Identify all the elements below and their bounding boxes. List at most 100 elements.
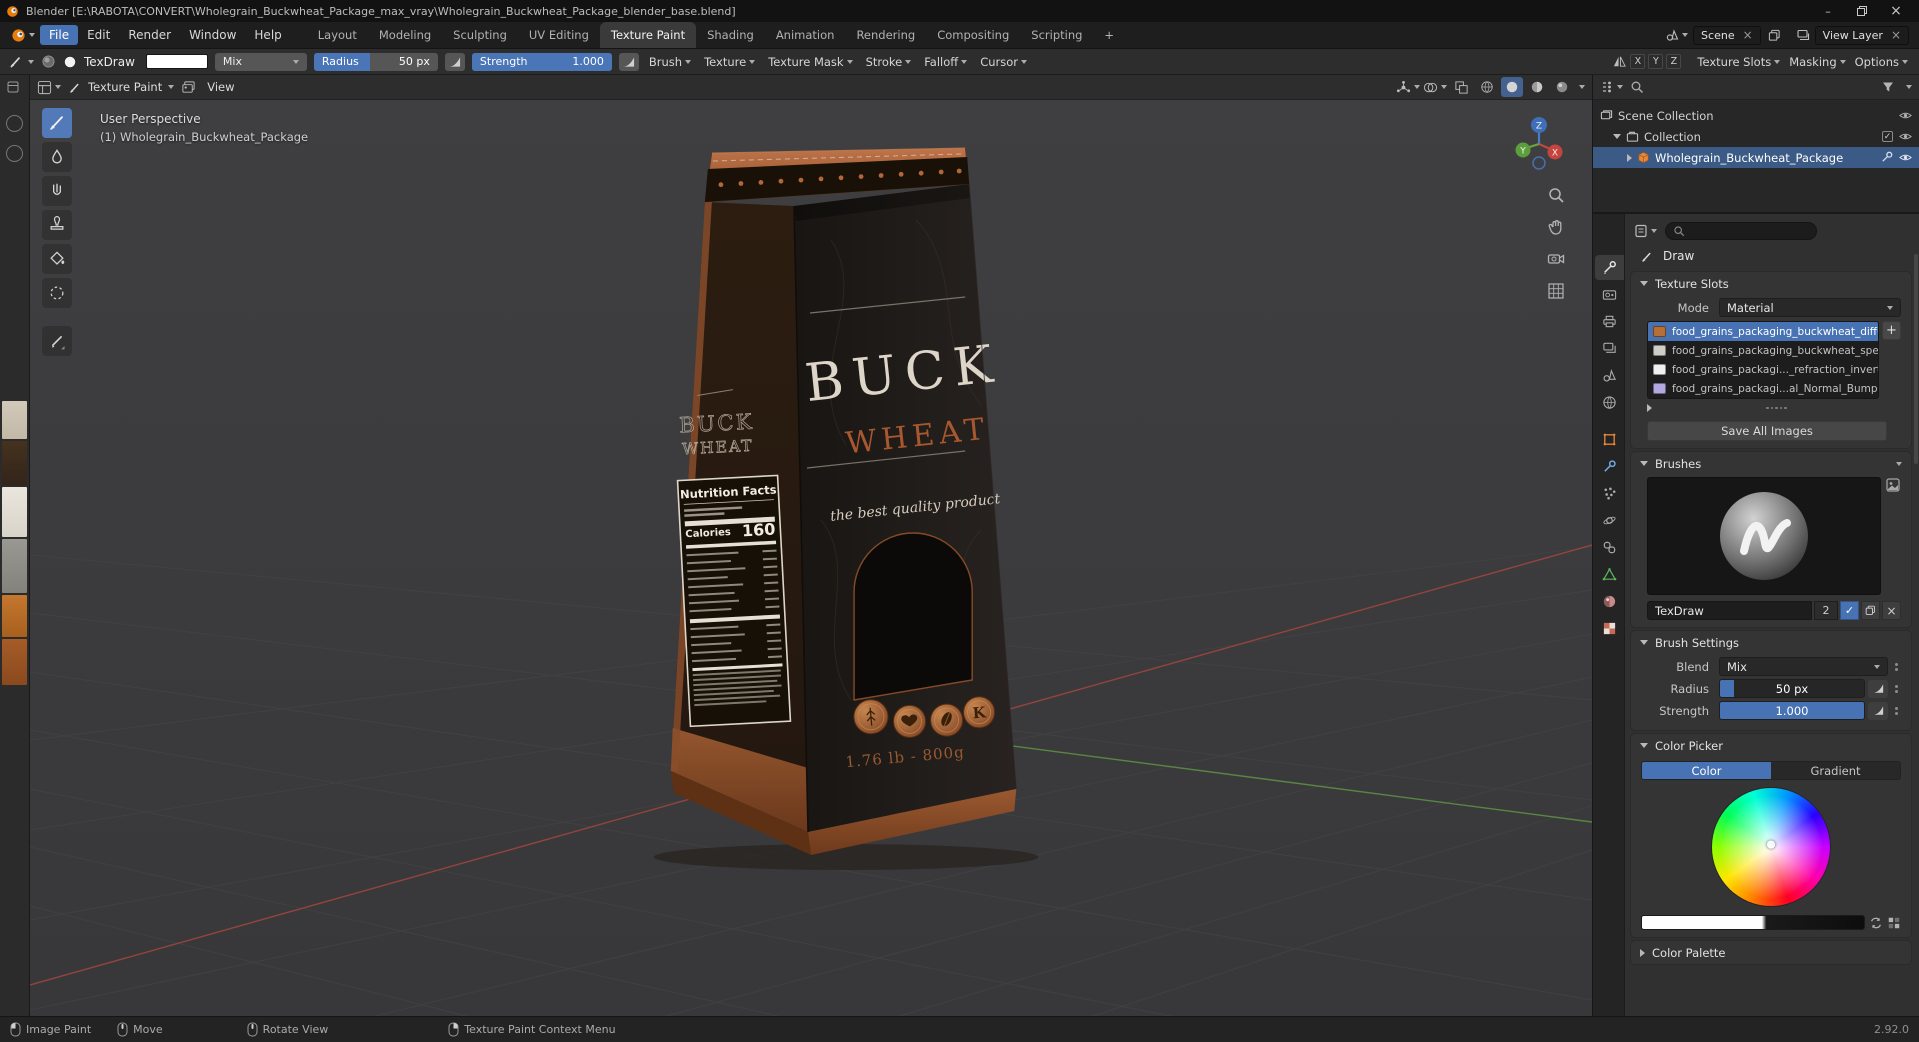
new-scene-button[interactable] bbox=[1766, 29, 1783, 42]
texture-thumbnail[interactable] bbox=[2, 441, 27, 485]
tab-tool[interactable] bbox=[1595, 255, 1624, 280]
texture-thumbnail[interactable] bbox=[2, 487, 27, 537]
blend-mode-dropdown[interactable]: Mix bbox=[214, 52, 307, 71]
popover-cursor[interactable]: Cursor bbox=[977, 55, 1030, 69]
workspace-tab-scripting[interactable]: Scripting bbox=[1020, 22, 1093, 48]
color-tab[interactable]: Color bbox=[1642, 762, 1771, 779]
unlink-view-layer-icon[interactable]: × bbox=[1891, 28, 1901, 42]
radius-pressure-toggle[interactable] bbox=[1868, 679, 1888, 698]
color-options-icon[interactable] bbox=[1887, 916, 1901, 930]
radius-prop-slider[interactable]: 50 px bbox=[1719, 679, 1865, 698]
workspace-tab-texture-paint[interactable]: Texture Paint bbox=[599, 22, 697, 48]
package-model[interactable]: BUCK WHEAT Nutrition Facts Calories 160 bbox=[30, 100, 1592, 1016]
outliner-row-scene-collection[interactable]: Scene Collection bbox=[1593, 105, 1919, 126]
camera-view-icon[interactable] bbox=[1547, 250, 1565, 268]
popover-brush[interactable]: Brush bbox=[646, 55, 694, 69]
clone-tool-button[interactable] bbox=[42, 210, 72, 240]
workspace-tab-shading[interactable]: Shading bbox=[696, 22, 765, 48]
menu-file[interactable]: File bbox=[40, 25, 79, 45]
workspace-tab-animation[interactable]: Animation bbox=[765, 22, 846, 48]
workspace-tab-uv-editing[interactable]: UV Editing bbox=[518, 22, 600, 48]
tab-scene[interactable] bbox=[1595, 363, 1624, 388]
active-tool-button[interactable] bbox=[8, 53, 34, 70]
workspace-tab-compositing[interactable]: Compositing bbox=[926, 22, 1020, 48]
zoom-icon[interactable] bbox=[1547, 186, 1565, 204]
gradient-tab[interactable]: Gradient bbox=[1771, 762, 1900, 779]
image-stack-icon[interactable] bbox=[181, 80, 196, 95]
minimize-button[interactable]: – bbox=[1811, 0, 1845, 22]
color-palette-panel-header[interactable]: Color Palette bbox=[1631, 941, 1911, 964]
eye-icon[interactable] bbox=[1899, 130, 1912, 143]
shading-dropdown-chevron[interactable] bbox=[1579, 85, 1585, 89]
view-layer-browse-button[interactable] bbox=[1796, 28, 1810, 42]
menu-render[interactable]: Render bbox=[119, 25, 180, 45]
eye-icon[interactable] bbox=[1899, 151, 1912, 164]
radius-pressure-toggle[interactable] bbox=[444, 52, 465, 71]
duplicate-brush-button[interactable] bbox=[1861, 601, 1880, 620]
restore-button[interactable] bbox=[1845, 0, 1879, 22]
add-workspace-button[interactable]: + bbox=[1093, 22, 1125, 48]
editor-type-button[interactable] bbox=[37, 80, 61, 95]
texture-slots-panel-header[interactable]: Texture Slots bbox=[1631, 272, 1911, 295]
mask-tool-button[interactable] bbox=[42, 278, 72, 308]
pan-hand-icon[interactable] bbox=[1547, 218, 1565, 236]
smear-tool-button[interactable] bbox=[42, 176, 72, 206]
properties-search-input[interactable] bbox=[1665, 222, 1817, 240]
tab-object[interactable] bbox=[1595, 427, 1624, 452]
popover-stroke[interactable]: Stroke bbox=[863, 55, 915, 69]
popover-texture-mask[interactable]: Texture Mask bbox=[765, 55, 855, 69]
texture-slot-row[interactable]: food_grains_packagi...al_Normal_Bump.tga bbox=[1648, 379, 1878, 398]
texture-thumbnail[interactable] bbox=[2, 401, 27, 439]
tab-texture[interactable] bbox=[1595, 616, 1624, 641]
brush-name-field[interactable]: TexDraw bbox=[1647, 601, 1812, 620]
color-value-slider[interactable] bbox=[1641, 915, 1865, 930]
mirror-y-toggle[interactable]: Y bbox=[1648, 54, 1664, 69]
outliner-editor-type-button[interactable] bbox=[1600, 80, 1623, 94]
xray-toggle[interactable] bbox=[1454, 80, 1469, 95]
workspace-tab-layout[interactable]: Layout bbox=[307, 22, 368, 48]
shading-solid-button[interactable] bbox=[1501, 77, 1523, 97]
brush-datablock-button[interactable] bbox=[41, 54, 56, 69]
mirror-x-toggle[interactable]: X bbox=[1630, 54, 1646, 69]
view-layer-name-field[interactable]: View Layer × bbox=[1814, 25, 1909, 45]
tab-particles[interactable] bbox=[1595, 481, 1624, 506]
ortho-grid-icon[interactable] bbox=[1547, 282, 1565, 300]
animate-decorator[interactable] bbox=[1891, 706, 1901, 715]
brush-settings-panel-header[interactable]: Brush Settings bbox=[1631, 631, 1911, 654]
annotate-tool-button[interactable] bbox=[42, 326, 72, 356]
radius-slider[interactable]: Radius 50 px bbox=[313, 52, 438, 71]
color-wheel-cursor[interactable] bbox=[1767, 840, 1775, 849]
viewport-canvas[interactable]: BUCK WHEAT Nutrition Facts Calories 160 bbox=[30, 100, 1592, 1016]
texture-slot-row[interactable]: food_grains_packaging_buckwheat_specul..… bbox=[1648, 341, 1878, 360]
unlink-scene-icon[interactable]: × bbox=[1743, 28, 1753, 42]
tab-modifiers[interactable] bbox=[1595, 454, 1624, 479]
outliner-row-collection[interactable]: Collection ✓ bbox=[1593, 126, 1919, 147]
strip-zoom-button[interactable] bbox=[6, 115, 23, 132]
menu-help[interactable]: Help bbox=[245, 25, 290, 45]
swap-colors-icon[interactable] bbox=[1869, 916, 1883, 930]
editor-corner-icon[interactable] bbox=[7, 81, 19, 93]
texture-thumbnail[interactable] bbox=[2, 639, 27, 685]
tab-output[interactable] bbox=[1595, 309, 1624, 334]
gizmos-toggle[interactable] bbox=[1396, 80, 1420, 95]
outliner-row-object[interactable]: Wholegrain_Buckwheat_Package bbox=[1593, 147, 1919, 168]
animate-decorator[interactable] bbox=[1891, 684, 1901, 693]
scene-name-field[interactable]: Scene × bbox=[1693, 25, 1761, 45]
shading-material-button[interactable] bbox=[1526, 77, 1548, 97]
soften-tool-button[interactable] bbox=[42, 142, 72, 172]
filter-funnel-icon[interactable] bbox=[1881, 80, 1895, 94]
list-resize-grip[interactable] bbox=[1766, 406, 1787, 410]
menu-edit[interactable]: Edit bbox=[78, 25, 119, 45]
popover-texture[interactable]: Texture bbox=[701, 55, 758, 69]
add-texture-slot-button[interactable]: + bbox=[1882, 321, 1901, 340]
browse-preview-icon[interactable] bbox=[1885, 477, 1901, 493]
save-all-images-button[interactable]: Save All Images bbox=[1647, 421, 1887, 441]
color-picker-panel-header[interactable]: Color Picker bbox=[1631, 734, 1911, 757]
tab-object-data[interactable] bbox=[1595, 562, 1624, 587]
properties-editor-type-button[interactable] bbox=[1634, 224, 1657, 238]
workspace-tab-rendering[interactable]: Rendering bbox=[845, 22, 926, 48]
slot-expand-triangle[interactable] bbox=[1647, 404, 1652, 412]
popover-texture-slots[interactable]: Texture Slots bbox=[1694, 55, 1783, 69]
tab-view-layer[interactable] bbox=[1595, 336, 1624, 361]
unlink-brush-button[interactable]: × bbox=[1882, 601, 1901, 620]
